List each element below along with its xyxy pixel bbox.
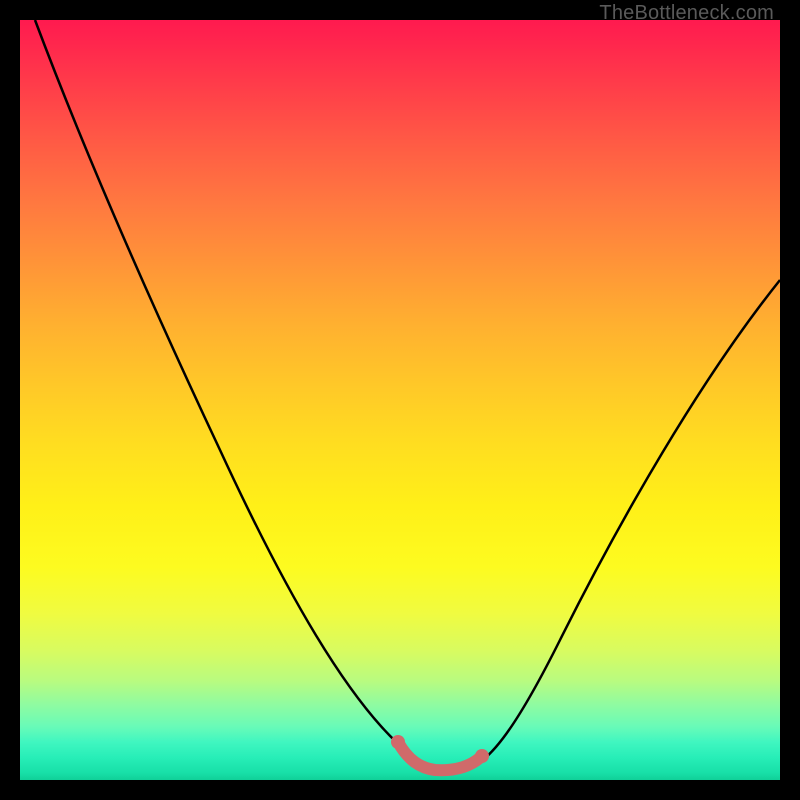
watermark-text: TheBottleneck.com xyxy=(599,2,774,25)
optimal-start-dot xyxy=(391,735,405,749)
optimal-end-dot xyxy=(475,749,489,763)
chart-frame: TheBottleneck.com xyxy=(0,0,800,800)
optimal-range-highlight xyxy=(398,742,482,770)
bottleneck-curve-line xyxy=(35,20,780,770)
chart-svg xyxy=(20,20,780,780)
